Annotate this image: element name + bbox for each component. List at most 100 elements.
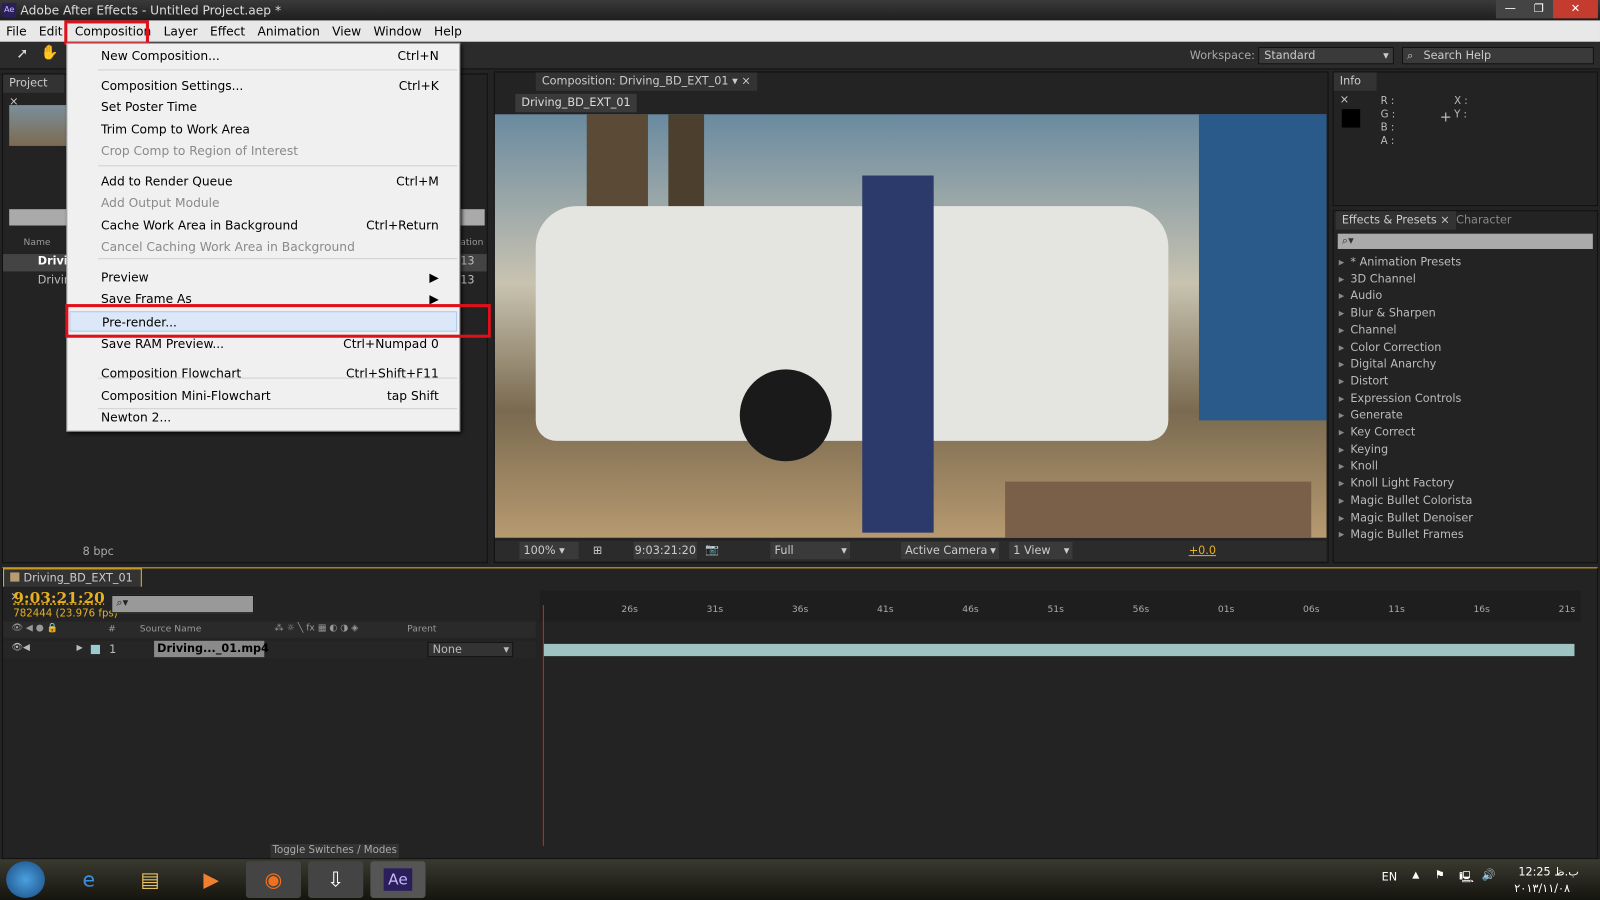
menu-item-set-poster-time[interactable]: Set Poster Time — [101, 97, 439, 117]
volume-icon[interactable]: 🔊 — [1482, 868, 1496, 881]
menu-file[interactable]: File — [0, 24, 33, 38]
menu-item-composition-mini-flowchart[interactable]: Composition Mini-Flowchart tap Shift — [101, 386, 439, 406]
effects-category[interactable]: Magic Bullet Denoiser — [1339, 510, 1472, 526]
label-color[interactable] — [90, 644, 100, 655]
effects-category[interactable]: Distort — [1339, 373, 1388, 389]
effects-category[interactable]: 3D Channel — [1339, 271, 1415, 287]
after-effects-taskbar-button[interactable]: Ae — [370, 861, 426, 898]
menu-animation[interactable]: Animation — [251, 24, 326, 38]
explorer-icon[interactable]: ▤ — [122, 861, 177, 898]
menu-item-composition-flowchart[interactable]: Composition Flowchart Ctrl+Shift+F11 — [101, 363, 439, 383]
effects-search-input[interactable]: ⌕▾ — [1337, 233, 1593, 249]
ruler-tick-label: 16s — [1473, 605, 1490, 616]
menu-effect[interactable]: Effect — [204, 24, 251, 38]
hand-tool-icon[interactable]: ✋ — [41, 45, 59, 61]
effects-category[interactable]: Color Correction — [1339, 339, 1441, 355]
search-help-input[interactable]: ⌕ Search Help — [1402, 46, 1594, 65]
bpc-button[interactable]: 8 bpc — [83, 545, 114, 558]
tab-timeline[interactable]: Driving_BD_EXT_01 × — [3, 568, 142, 603]
exposure-value[interactable]: +0.0 — [1189, 544, 1216, 557]
resolution-select[interactable]: Full ▾ — [770, 541, 850, 560]
menu-item-composition-settings[interactable]: Composition Settings... Ctrl+K — [101, 76, 439, 96]
parent-select[interactable]: None ▾ — [427, 641, 514, 658]
ruler-tick-label: 01s — [1217, 605, 1235, 616]
maximize-button[interactable]: ❐ — [1524, 0, 1554, 19]
minimize-button[interactable]: — — [1495, 0, 1525, 19]
effects-category[interactable]: Channel — [1339, 322, 1396, 338]
menu-view[interactable]: View — [326, 24, 367, 38]
visibility-icon[interactable]: 👁◀ — [11, 643, 30, 653]
expand-arrow-icon[interactable]: ▶ — [77, 643, 83, 652]
workspace-select[interactable]: Standard ▾ — [1258, 46, 1394, 65]
project-thumbnail — [9, 105, 67, 146]
tab-project[interactable]: Project × — [3, 74, 65, 108]
effects-category[interactable]: Magic Bullet Colorista — [1339, 493, 1472, 509]
zoom-select[interactable]: 100% ▾ — [519, 541, 579, 560]
layer-duration-bar[interactable] — [543, 643, 1575, 657]
current-time[interactable]: 9:03:21:20 — [13, 589, 105, 607]
language-indicator[interactable]: EN — [1382, 870, 1397, 883]
tab-info[interactable]: Info × — [1333, 72, 1377, 106]
network-icon[interactable]: 🖳 — [1459, 868, 1474, 887]
ruler-tick-label: 26s — [621, 605, 638, 616]
effects-category[interactable]: Blur & Sharpen — [1339, 305, 1435, 321]
ruler-tick-label: 41s — [877, 605, 894, 616]
effects-category[interactable]: Expression Controls — [1339, 390, 1461, 406]
effects-category[interactable]: Generate — [1339, 407, 1402, 423]
taskbar: e ▤ ▶ ◉ ⇩ Ae EN ▲ ⚑ 🖳 🔊 12:25 ب.ظ ٢٠١٣/١… — [0, 859, 1600, 900]
show-hidden-icons[interactable]: ▲ — [1412, 870, 1419, 880]
selection-tool-icon[interactable]: ➚ — [16, 46, 28, 62]
download-manager-icon[interactable]: ⇩ — [308, 861, 364, 898]
effects-category[interactable]: Magic Bullet Frames — [1339, 527, 1463, 543]
menu-item-new-composition[interactable]: New Composition... Ctrl+N — [101, 46, 439, 66]
layer-name[interactable]: Driving..._01.mp4 — [154, 640, 269, 658]
menu-bar: File Edit Composition Layer Effect Animation V… — [0, 20, 1600, 42]
timeline-search-input[interactable]: ⌕▾ — [111, 594, 255, 614]
menu-window[interactable]: Window — [367, 24, 428, 38]
effects-category[interactable]: Knoll Light Factory — [1339, 476, 1454, 492]
viewer-timecode[interactable]: 9:03:21:20 — [633, 541, 697, 560]
menu-item-trim-comp-to-work-area[interactable]: Trim Comp to Work Area — [101, 119, 439, 139]
media-player-icon[interactable]: ▶ — [184, 861, 239, 898]
playhead[interactable] — [542, 605, 544, 846]
tab-effects-presets[interactable]: Effects & Presets × — [1335, 211, 1456, 230]
start-button[interactable] — [6, 861, 45, 898]
frame-count: 782444 (23.976 fps) — [13, 608, 118, 620]
action-center-flag-icon[interactable]: ⚑ — [1435, 868, 1445, 881]
menu-help[interactable]: Help — [428, 24, 468, 38]
composition-viewer[interactable] — [494, 114, 1327, 538]
views-select[interactable]: 1 View ▾ — [1009, 541, 1073, 560]
menu-layer[interactable]: Layer — [157, 24, 203, 38]
menu-item-newton-2[interactable]: Newton 2... — [101, 407, 439, 427]
composition-menu-highlight — [64, 20, 149, 45]
workspace-label: Workspace: — [1189, 48, 1255, 63]
menu-item-cache-work-area-in-background[interactable]: Cache Work Area in Background Ctrl+Return — [101, 215, 439, 235]
rgba-readout: R :G :B :A : — [1380, 95, 1396, 147]
effects-category[interactable]: * Animation Presets — [1339, 254, 1461, 270]
clock-date[interactable]: ٢٠١٣/١١/٠٨ — [1514, 882, 1570, 895]
close-button[interactable]: ✕ — [1553, 0, 1598, 19]
comp-subtab[interactable]: Driving_BD_EXT_01 — [515, 93, 637, 113]
menu-item-add-output-module[interactable]: Add Output Module — [101, 193, 439, 213]
tab-character[interactable]: Character — [1450, 211, 1518, 229]
toggle-switches-modes-button[interactable]: Toggle Switches / Modes — [270, 843, 399, 859]
snapshot-icon[interactable]: 📷 — [705, 543, 719, 556]
camera-select[interactable]: Active Camera ▾ — [901, 541, 999, 560]
effects-category[interactable]: Key Correct — [1339, 424, 1415, 440]
menu-item-crop-comp-to-region-of-interest[interactable]: Crop Comp to Region of Interest — [101, 141, 439, 161]
menu-item-preview[interactable]: Preview ▶ — [101, 267, 439, 287]
clock-time[interactable]: 12:25 ب.ظ — [1518, 865, 1578, 878]
menu-item-cancel-caching-work-area-in-background[interactable]: Cancel Caching Work Area in Background — [101, 237, 439, 257]
effects-category[interactable]: Digital Anarchy — [1339, 356, 1436, 372]
layer-row[interactable]: 👁◀ ▶ 1 Driving..._01.mp4 None ▾ — [3, 640, 536, 659]
color-swatch — [1341, 109, 1361, 128]
effects-category[interactable]: Keying — [1339, 442, 1388, 458]
menu-item-add-to-render-queue[interactable]: Add to Render Queue Ctrl+M — [101, 171, 439, 191]
effects-category[interactable]: Knoll — [1339, 459, 1378, 475]
effects-category[interactable]: Audio — [1339, 288, 1382, 304]
tab-composition[interactable]: Composition: Driving_BD_EXT_01 ▾ × — [535, 72, 757, 91]
time-ruler[interactable]: 26s 31s 36s 41s 46s 51s 56s 01s 06s 11s 16s 21s — [539, 590, 1581, 622]
region-icon[interactable]: ⊞ — [593, 544, 602, 557]
firefox-icon[interactable]: ◉ — [245, 861, 302, 898]
ie-icon[interactable]: e — [61, 861, 116, 898]
